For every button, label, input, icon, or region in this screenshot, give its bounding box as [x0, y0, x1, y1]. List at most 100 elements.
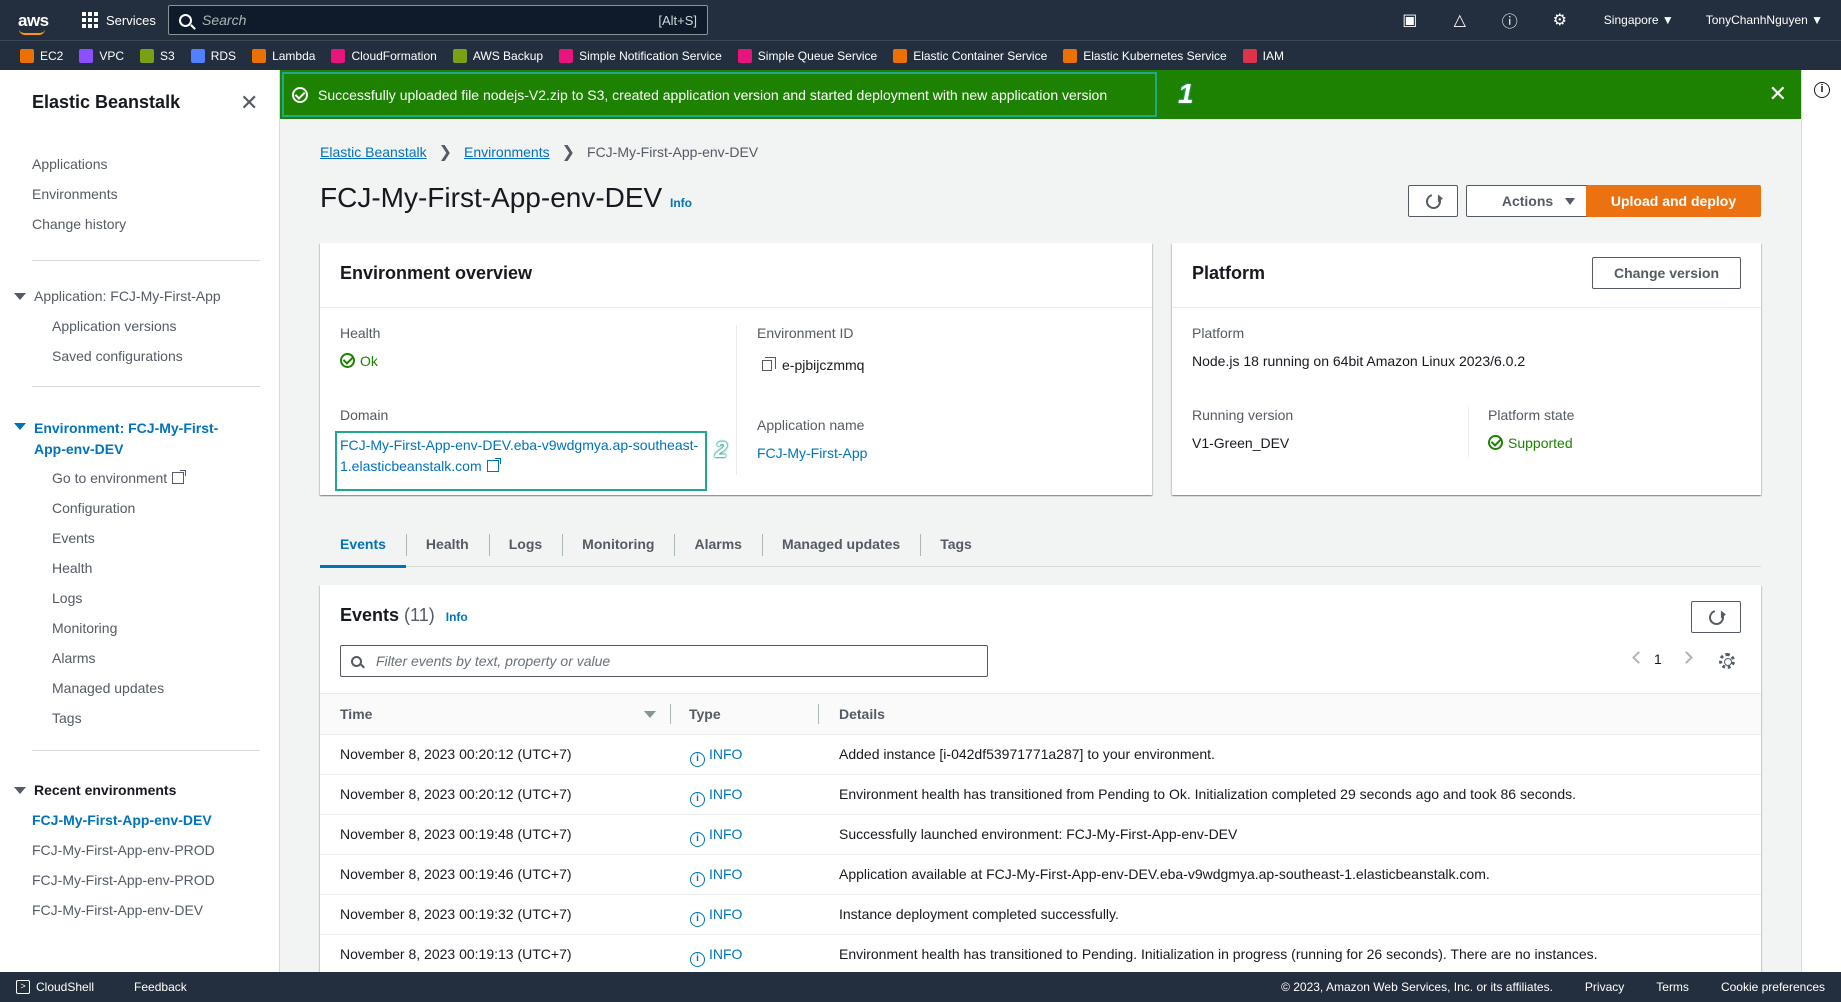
search-placeholder: Search — [202, 12, 247, 28]
tab-logs[interactable]: Logs — [488, 522, 562, 567]
environment-id-label: Environment ID — [757, 325, 854, 341]
column-header-type[interactable]: Type — [689, 706, 721, 722]
sidebar-section-environment[interactable]: Environment: FCJ-My-First- App-env-DEV — [14, 418, 218, 460]
sidebar-recent-env[interactable]: FCJ-My-First-App-env-PROD — [32, 872, 215, 888]
breadcrumb-environments[interactable]: Environments — [464, 144, 550, 160]
sidebar-title: Elastic Beanstalk — [32, 92, 181, 112]
favorite-aws-backup[interactable]: AWS Backup — [452, 48, 543, 63]
cookie-preferences-link[interactable]: Cookie preferences — [1721, 980, 1825, 994]
cloudshell-link[interactable]: CloudShell — [36, 980, 94, 994]
search-input[interactable]: Search [Alt+S] — [168, 5, 708, 35]
sidebar-item-environments[interactable]: Environments — [32, 186, 118, 202]
application-name-link[interactable]: FCJ-My-First-App — [757, 445, 867, 461]
change-version-button[interactable]: Change version — [1592, 257, 1741, 289]
console-footer: > CloudShell Feedback © 2023, Amazon Web… — [0, 972, 1841, 1002]
sidebar-item-configuration[interactable]: Configuration — [52, 500, 135, 516]
favorite-iam[interactable]: IAM — [1242, 48, 1284, 63]
sidebar-section-recent-environments[interactable]: Recent environments — [14, 782, 176, 798]
environment-overview-card: Environment overview Health Ok Domain FC… — [320, 243, 1152, 495]
region-selector[interactable]: Singapore ▼ — [1604, 13, 1674, 27]
favorite-vpc[interactable]: VPC — [79, 48, 124, 63]
sidebar-item-events[interactable]: Events — [52, 530, 95, 546]
sidebar-item-go-to-environment[interactable]: Go to environment — [52, 470, 187, 486]
close-icon[interactable]: ✕ — [240, 90, 258, 116]
refresh-button[interactable] — [1408, 185, 1458, 217]
info-link[interactable]: Info — [670, 196, 692, 210]
feedback-link[interactable]: Feedback — [134, 980, 187, 994]
favorite-elastic-container-service[interactable]: Elastic Container Service — [893, 48, 1047, 63]
favorite-simple-notification-service[interactable]: Simple Notification Service — [559, 48, 722, 63]
events-card: Events (11) Info Filter events by text, … — [320, 585, 1761, 972]
sidebar-item-alarms[interactable]: Alarms — [52, 650, 96, 666]
sidebar-item-logs[interactable]: Logs — [52, 590, 82, 606]
sidebar-item-saved-configurations[interactable]: Saved configurations — [52, 348, 183, 364]
copy-icon[interactable] — [762, 357, 776, 371]
tab-tags[interactable]: Tags — [920, 522, 992, 567]
sidebar-item-change-history[interactable]: Change history — [32, 216, 126, 232]
table-row: November 8, 2023 00:19:48 (UTC+7) i INFO Su… — [320, 815, 1761, 855]
column-resizer[interactable] — [818, 704, 819, 724]
tab-health[interactable]: Health — [405, 522, 489, 567]
sidebar-recent-env[interactable]: FCJ-My-First-App-env-DEV — [32, 812, 212, 828]
sidebar-item-applications[interactable]: Applications — [32, 156, 108, 172]
terms-link[interactable]: Terms — [1656, 980, 1689, 994]
caret-down-icon — [14, 293, 26, 300]
running-version-value: V1-Green_DEV — [1192, 435, 1290, 451]
favorite-cloudformation[interactable]: CloudFormation — [331, 48, 437, 63]
favorite-lambda[interactable]: Lambda — [252, 48, 315, 63]
sort-caret-icon[interactable] — [644, 711, 656, 718]
favorite-elastic-kubernetes-service[interactable]: Elastic Kubernetes Service — [1063, 48, 1227, 63]
sidebar-item-health[interactable]: Health — [52, 560, 92, 576]
page-number[interactable]: 1 — [1654, 651, 1662, 667]
info-icon[interactable]: i — [1814, 82, 1830, 98]
tab-events[interactable]: Events — [320, 522, 406, 568]
sidebar-item-monitoring[interactable]: Monitoring — [52, 620, 117, 636]
column-resizer[interactable] — [670, 704, 671, 724]
column-header-details[interactable]: Details — [839, 706, 885, 722]
platform-card: Platform Change version Platform Node.js… — [1172, 243, 1761, 495]
column-header-time[interactable]: Time — [340, 706, 372, 722]
info-icon: i — [690, 952, 705, 967]
sidebar-item-tags[interactable]: Tags — [52, 710, 82, 726]
chevron-left-icon[interactable] — [1632, 651, 1645, 664]
favorite-ec2[interactable]: EC2 — [20, 48, 63, 63]
sidebar-recent-env[interactable]: FCJ-My-First-App-env-PROD — [32, 842, 215, 858]
account-menu[interactable]: TonyChanhNguyen ▼ — [1706, 13, 1823, 27]
close-icon[interactable]: ✕ — [1769, 81, 1787, 107]
chevron-right-icon[interactable] — [1680, 651, 1693, 664]
event-details: Instance deployment completed successful… — [839, 906, 1119, 922]
event-time: November 8, 2023 00:19:32 (UTC+7) — [340, 906, 572, 922]
events-filter-input[interactable]: Filter events by text, property or value — [340, 645, 988, 677]
settings-gear-icon[interactable]: ⚙ — [1540, 0, 1580, 40]
settings-gear-icon[interactable] — [1719, 653, 1735, 669]
upload-and-deploy-button[interactable]: Upload and deploy — [1586, 185, 1761, 217]
favorite-s3[interactable]: S3 — [140, 48, 175, 63]
service-icon — [559, 48, 574, 63]
events-count: (11) — [404, 605, 435, 625]
service-icon — [893, 48, 908, 63]
tab-monitoring[interactable]: Monitoring — [562, 522, 674, 567]
tab-managed-updates[interactable]: Managed updates — [761, 522, 920, 567]
breadcrumb-elastic-beanstalk[interactable]: Elastic Beanstalk — [320, 144, 427, 160]
sidebar-section-application[interactable]: Application: FCJ-My-First-App — [14, 288, 221, 304]
help-icon[interactable]: ⓘ — [1490, 0, 1530, 40]
aws-logo[interactable]: aws — [18, 12, 50, 35]
notifications-bell-icon[interactable]: △ — [1440, 0, 1480, 40]
privacy-link[interactable]: Privacy — [1585, 980, 1624, 994]
event-details: Environment health has transitioned to P… — [839, 946, 1598, 962]
sidebar-item-application-versions[interactable]: Application versions — [52, 318, 177, 334]
sidebar-recent-env[interactable]: FCJ-My-First-App-env-DEV — [32, 902, 203, 918]
favorite-rds[interactable]: RDS — [190, 48, 236, 63]
refresh-events-button[interactable] — [1691, 601, 1741, 633]
cloudshell-icon[interactable]: ▣ — [1390, 0, 1430, 40]
info-link[interactable]: Info — [446, 610, 468, 624]
favorite-simple-queue-service[interactable]: Simple Queue Service — [737, 48, 877, 63]
sidebar-item-managed-updates[interactable]: Managed updates — [52, 680, 164, 696]
page-title: FCJ-My-First-App-env-DEV — [320, 182, 663, 213]
service-icon — [140, 48, 155, 63]
tab-alarms[interactable]: Alarms — [674, 522, 761, 567]
refresh-icon — [1705, 606, 1727, 628]
services-menu[interactable]: Services — [82, 12, 156, 28]
event-details: Added instance [i-042df53971771a287] to … — [839, 746, 1215, 762]
card-divider — [1172, 307, 1761, 308]
